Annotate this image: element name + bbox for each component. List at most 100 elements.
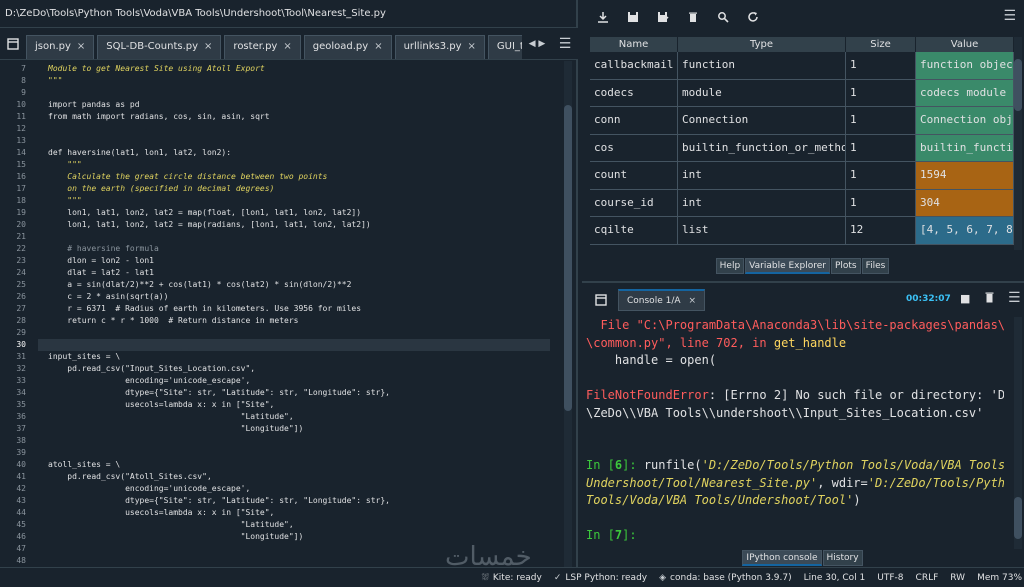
line-number: 43: [16, 496, 26, 505]
tab-scroll-arrows-icon[interactable]: ◀ ▶: [522, 29, 552, 59]
variable-type: int: [678, 189, 846, 216]
code-line: from math import radians, cos, sin, asin…: [48, 112, 270, 121]
hamburger-menu-icon[interactable]: ☰: [1003, 8, 1016, 24]
variable-type: module: [678, 79, 846, 106]
line-number: 19: [16, 208, 26, 217]
close-icon[interactable]: ×: [468, 41, 476, 52]
editor-scrollbar[interactable]: [564, 61, 572, 567]
code-line: dtype={"Site": str, "Latitude": str, "Lo…: [48, 496, 390, 505]
close-icon[interactable]: ×: [77, 41, 85, 52]
code-line: usecols=lambda x: x in ["Site",: [48, 508, 275, 517]
code-line: # haversine formula: [48, 244, 159, 253]
column-header-size[interactable]: Size: [846, 37, 916, 52]
variable-table-scrollbar-thumb[interactable]: [1014, 59, 1022, 111]
editor-tab[interactable]: roster.py ×: [224, 35, 301, 59]
variable-name: callbackmail: [590, 52, 678, 79]
console-prompt[interactable]: In [7]:: [586, 527, 1004, 545]
variable-value: 304: [916, 189, 1014, 216]
variable-value: codecs module: [916, 79, 1014, 106]
kite-status[interactable]: Kite: ready: [493, 573, 542, 583]
lsp-status[interactable]: LSP Python: ready: [565, 573, 647, 583]
code-line: usecols=lambda x: x in ["Site",: [48, 400, 275, 409]
code-line: "Longitude"]): [48, 532, 304, 541]
code-text[interactable]: Module to get Nearest Site using Atoll E…: [38, 61, 558, 567]
code-line: lon1, lat1, lon2, lat2 = map(float, [lon…: [48, 208, 362, 217]
download-icon[interactable]: [588, 2, 618, 32]
variable-value: [4, 5, 6, 7, 8…: [916, 217, 1014, 244]
editor-tab[interactable]: GUI_tool.py×: [487, 35, 522, 59]
editor-scrollbar-thumb[interactable]: [564, 105, 572, 411]
line-number: 38: [16, 436, 26, 445]
code-line: return c * r * 1000 # Return distance in…: [48, 316, 299, 325]
pane-tab[interactable]: IPython console: [742, 550, 822, 566]
line-number: 18: [16, 196, 26, 205]
column-header-name[interactable]: Name: [590, 37, 678, 52]
close-icon[interactable]: ×: [204, 41, 212, 52]
pane-tab[interactable]: Variable Explorer: [745, 258, 830, 274]
line-number: 25: [16, 280, 26, 289]
line-number: 22: [16, 244, 26, 253]
column-header-value[interactable]: Value: [916, 37, 1014, 52]
variable-name: codecs: [590, 79, 678, 106]
editor-tab[interactable]: urllinks3.py ×: [394, 35, 485, 59]
variable-row[interactable]: codecs module 1 codecs module: [590, 79, 1014, 107]
save-as-icon[interactable]: [648, 2, 678, 32]
hamburger-menu-icon[interactable]: ☰: [552, 29, 578, 59]
column-header-type[interactable]: Type: [678, 37, 846, 52]
variable-rows: callbackmail function 1 function object code…: [590, 52, 1014, 245]
variable-row[interactable]: callbackmail function 1 function object: [590, 52, 1014, 80]
variable-explorer-toolbar: [582, 0, 1024, 34]
variable-name: conn: [590, 107, 678, 134]
search-icon[interactable]: [708, 2, 738, 32]
close-icon[interactable]: ×: [374, 41, 382, 52]
console-output[interactable]: File "C:\ProgramData\Anaconda3\lib\site-…: [586, 317, 1004, 549]
variable-table[interactable]: Name Type Size Value callbackmail functio…: [590, 37, 1014, 250]
read-write-mode: RW: [950, 572, 966, 583]
console-tab[interactable]: Console 1/A ×: [618, 289, 706, 311]
variable-table-header: Name Type Size Value: [590, 37, 1014, 52]
upper-pane-tabs: Help Variable Explorer Plots Files: [582, 258, 1024, 276]
variable-row[interactable]: cqilte list 12 [4, 5, 6, 7, 8…: [590, 217, 1014, 245]
browse-tabs-icon[interactable]: [0, 29, 26, 59]
code-line: Module to get Nearest Site using Atoll E…: [48, 64, 265, 73]
close-icon[interactable]: ×: [283, 41, 291, 52]
variable-row[interactable]: count int 1 1594: [590, 162, 1014, 190]
editor-tab[interactable]: SQL-DB-Counts.py ×: [97, 35, 222, 59]
hamburger-menu-icon[interactable]: ☰: [1008, 290, 1021, 306]
editor-tab[interactable]: geoload.py ×: [303, 35, 392, 59]
trash-icon[interactable]: [984, 291, 995, 306]
line-number: 11: [16, 112, 26, 121]
line-number: 14: [16, 148, 26, 157]
console-scrollbar[interactable]: [1014, 317, 1022, 549]
code-line: "Longitude"]): [48, 424, 304, 433]
pane-tab[interactable]: Help: [715, 258, 745, 274]
pane-tab[interactable]: Files: [861, 258, 890, 274]
stop-icon[interactable]: ■: [960, 292, 970, 305]
variable-row[interactable]: course_id int 1 304: [590, 189, 1014, 217]
save-icon[interactable]: [618, 2, 648, 32]
editor-tab-label: roster.py: [233, 41, 278, 52]
close-icon[interactable]: ×: [689, 296, 697, 306]
line-number: 40: [16, 460, 26, 469]
line-number: 46: [16, 532, 26, 541]
variable-row[interactable]: conn Connection 1 Connection obj…: [590, 107, 1014, 135]
variable-value: Connection obj…: [916, 107, 1014, 134]
trash-icon[interactable]: [678, 2, 708, 32]
refresh-icon[interactable]: [738, 2, 768, 32]
variable-type: Connection: [678, 107, 846, 134]
variable-size: 1: [846, 52, 916, 79]
ipython-console-pane: Console 1/A × 00:32:07 ■ ☰ File "C:\Progr…: [582, 281, 1024, 567]
browse-tabs-icon[interactable]: [586, 285, 616, 315]
code-editor[interactable]: 7 8 9 10 11 12 13 14 15 16 17 18 19 20 21 22 23 24 25 26 27 2…: [0, 61, 578, 567]
variable-size: 1: [846, 162, 916, 189]
variable-row[interactable]: cos builtin_function_or_method 1 builtin_fu…: [590, 134, 1014, 162]
editor-tab[interactable]: json.py ×: [26, 35, 95, 59]
variable-table-scrollbar[interactable]: [1014, 37, 1022, 250]
variable-size: 1: [846, 107, 916, 134]
pane-tab[interactable]: History: [822, 550, 863, 566]
console-scrollbar-thumb[interactable]: [1014, 497, 1022, 539]
conda-env[interactable]: conda: base (Python 3.9.7): [670, 573, 792, 583]
line-number: 36: [16, 412, 26, 421]
pane-tab[interactable]: Plots: [830, 258, 861, 274]
